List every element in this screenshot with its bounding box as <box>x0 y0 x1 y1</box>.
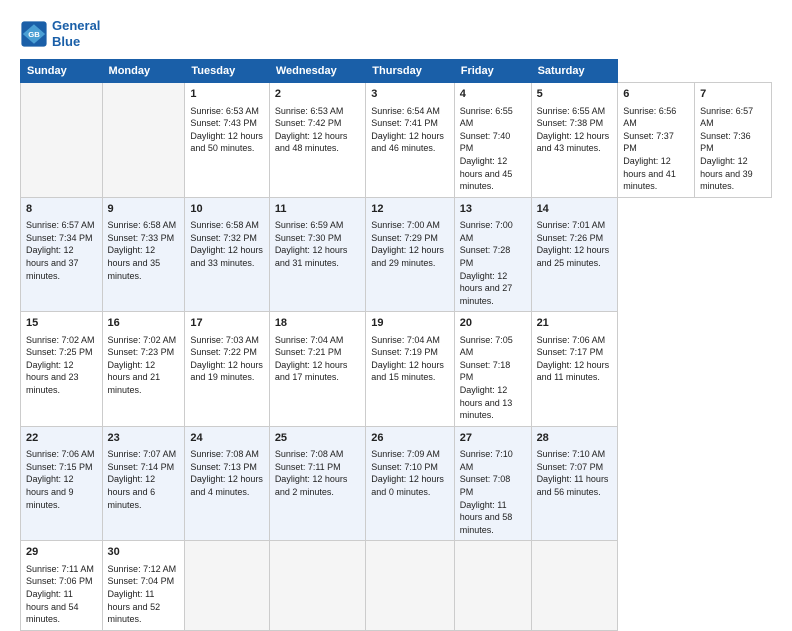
calendar-cell: 2Sunrise: 6:53 AMSunset: 7:42 PMDaylight… <box>269 83 365 198</box>
calendar-cell <box>531 541 618 630</box>
col-header-sunday: Sunday <box>21 60 103 83</box>
calendar-cell: 8Sunrise: 6:57 AMSunset: 7:34 PMDaylight… <box>21 197 103 312</box>
week-row-3: 15Sunrise: 7:02 AMSunset: 7:25 PMDayligh… <box>21 312 772 427</box>
calendar-table: SundayMondayTuesdayWednesdayThursdayFrid… <box>20 59 772 631</box>
week-row-2: 8Sunrise: 6:57 AMSunset: 7:34 PMDaylight… <box>21 197 772 312</box>
calendar-cell: 11Sunrise: 6:59 AMSunset: 7:30 PMDayligh… <box>269 197 365 312</box>
svg-text:GB: GB <box>28 29 40 38</box>
calendar-cell <box>185 541 269 630</box>
calendar-cell: 5Sunrise: 6:55 AMSunset: 7:38 PMDaylight… <box>531 83 618 198</box>
col-header-friday: Friday <box>454 60 531 83</box>
calendar-cell: 4Sunrise: 6:55 AMSunset: 7:40 PMDaylight… <box>454 83 531 198</box>
calendar-cell: 25Sunrise: 7:08 AMSunset: 7:11 PMDayligh… <box>269 426 365 541</box>
col-header-tuesday: Tuesday <box>185 60 269 83</box>
calendar-cell: 21Sunrise: 7:06 AMSunset: 7:17 PMDayligh… <box>531 312 618 427</box>
calendar-cell: 23Sunrise: 7:07 AMSunset: 7:14 PMDayligh… <box>102 426 185 541</box>
week-row-1: 1Sunrise: 6:53 AMSunset: 7:43 PMDaylight… <box>21 83 772 198</box>
col-header-thursday: Thursday <box>366 60 454 83</box>
calendar-cell: 15Sunrise: 7:02 AMSunset: 7:25 PMDayligh… <box>21 312 103 427</box>
calendar-cell: 18Sunrise: 7:04 AMSunset: 7:21 PMDayligh… <box>269 312 365 427</box>
calendar-cell: 7Sunrise: 6:57 AMSunset: 7:36 PMDaylight… <box>695 83 772 198</box>
calendar-cell: 27Sunrise: 7:10 AMSunset: 7:08 PMDayligh… <box>454 426 531 541</box>
calendar-cell <box>21 83 103 198</box>
week-row-5: 29Sunrise: 7:11 AMSunset: 7:06 PMDayligh… <box>21 541 772 630</box>
calendar-cell: 16Sunrise: 7:02 AMSunset: 7:23 PMDayligh… <box>102 312 185 427</box>
calendar-cell: 1Sunrise: 6:53 AMSunset: 7:43 PMDaylight… <box>185 83 269 198</box>
logo-icon: GB <box>20 20 48 48</box>
calendar-cell: 20Sunrise: 7:05 AMSunset: 7:18 PMDayligh… <box>454 312 531 427</box>
calendar-cell <box>454 541 531 630</box>
calendar-cell: 29Sunrise: 7:11 AMSunset: 7:06 PMDayligh… <box>21 541 103 630</box>
calendar-cell <box>269 541 365 630</box>
calendar-cell: 13Sunrise: 7:00 AMSunset: 7:28 PMDayligh… <box>454 197 531 312</box>
calendar-cell: 30Sunrise: 7:12 AMSunset: 7:04 PMDayligh… <box>102 541 185 630</box>
calendar-cell: 26Sunrise: 7:09 AMSunset: 7:10 PMDayligh… <box>366 426 454 541</box>
calendar-cell: 22Sunrise: 7:06 AMSunset: 7:15 PMDayligh… <box>21 426 103 541</box>
calendar-cell: 9Sunrise: 6:58 AMSunset: 7:33 PMDaylight… <box>102 197 185 312</box>
calendar-cell: 24Sunrise: 7:08 AMSunset: 7:13 PMDayligh… <box>185 426 269 541</box>
calendar-cell: 3Sunrise: 6:54 AMSunset: 7:41 PMDaylight… <box>366 83 454 198</box>
col-header-saturday: Saturday <box>531 60 618 83</box>
calendar-cell <box>366 541 454 630</box>
col-header-wednesday: Wednesday <box>269 60 365 83</box>
calendar-cell: 14Sunrise: 7:01 AMSunset: 7:26 PMDayligh… <box>531 197 618 312</box>
week-row-4: 22Sunrise: 7:06 AMSunset: 7:15 PMDayligh… <box>21 426 772 541</box>
calendar-cell: 28Sunrise: 7:10 AMSunset: 7:07 PMDayligh… <box>531 426 618 541</box>
logo-text: General Blue <box>52 18 100 49</box>
logo: GB General Blue <box>20 18 100 49</box>
col-header-monday: Monday <box>102 60 185 83</box>
calendar-cell: 12Sunrise: 7:00 AMSunset: 7:29 PMDayligh… <box>366 197 454 312</box>
calendar-cell <box>102 83 185 198</box>
calendar-cell: 10Sunrise: 6:58 AMSunset: 7:32 PMDayligh… <box>185 197 269 312</box>
calendar-cell: 6Sunrise: 6:56 AMSunset: 7:37 PMDaylight… <box>618 83 695 198</box>
calendar-cell: 19Sunrise: 7:04 AMSunset: 7:19 PMDayligh… <box>366 312 454 427</box>
calendar-cell: 17Sunrise: 7:03 AMSunset: 7:22 PMDayligh… <box>185 312 269 427</box>
header-row: SundayMondayTuesdayWednesdayThursdayFrid… <box>21 60 772 83</box>
